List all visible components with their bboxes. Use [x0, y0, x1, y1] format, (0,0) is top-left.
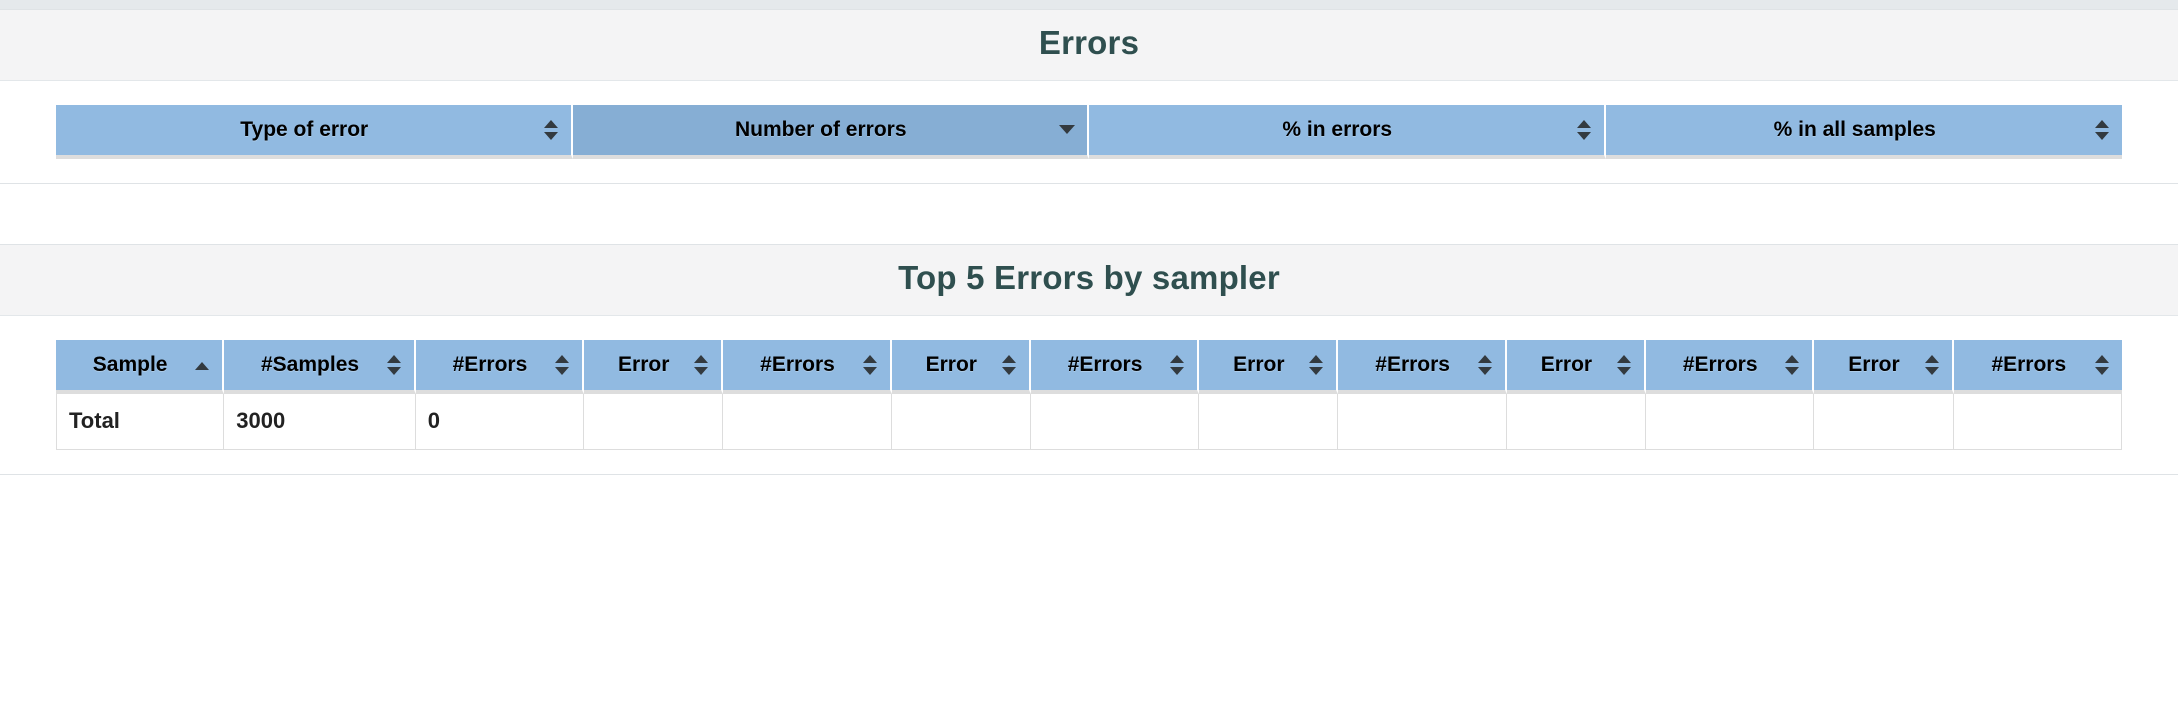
sort-both-icon[interactable]	[2094, 119, 2110, 141]
cell-error-5	[1814, 393, 1954, 450]
top5-errors-table-head: Sample #Samples #Errors Error #Errors Er…	[56, 339, 2122, 394]
column-header-percent-in-all-samples[interactable]: % in all samples	[1605, 104, 2122, 159]
cell-num-errors-6	[1953, 393, 2122, 450]
top5-errors-panel-title: Top 5 Errors by sampler	[898, 258, 1280, 296]
cell-error-4	[1506, 393, 1647, 450]
column-label: #Errors	[452, 352, 528, 376]
column-label: % in errors	[1282, 117, 1393, 141]
cell-num-errors-5	[1646, 393, 1815, 450]
sort-desc-icon[interactable]	[1059, 119, 1075, 141]
top5-errors-panel-body: Sample #Samples #Errors Error #Errors Er…	[0, 315, 2178, 474]
panel-gap	[0, 183, 2178, 244]
errors-panel-body: Type of error Number of errors % in erro…	[0, 80, 2178, 183]
sort-both-icon[interactable]	[1784, 354, 1800, 376]
column-label: #Errors	[760, 352, 835, 376]
column-label: Error	[1233, 352, 1285, 376]
table-row[interactable]: Total 3000 0	[56, 393, 2122, 450]
cell-num-samples: 3000	[224, 393, 416, 450]
sort-both-icon[interactable]	[862, 354, 878, 376]
cell-num-errors-4	[1338, 393, 1507, 450]
column-header-num-errors-3[interactable]: #Errors	[1030, 339, 1200, 394]
sort-both-icon[interactable]	[1477, 354, 1493, 376]
sort-both-icon[interactable]	[554, 354, 570, 376]
column-label: #Errors	[1682, 352, 1758, 376]
page-top-strip	[0, 0, 2178, 9]
column-header-num-errors-1[interactable]: #Errors	[415, 339, 585, 394]
cell-num-errors-3	[1030, 393, 1200, 450]
column-header-error-1[interactable]: Error	[584, 339, 724, 394]
column-label: #Errors	[1375, 352, 1450, 376]
sort-both-icon[interactable]	[1308, 354, 1324, 376]
sort-asc-icon[interactable]	[194, 354, 210, 376]
sort-both-icon[interactable]	[693, 354, 709, 376]
column-header-percent-in-errors[interactable]: % in errors	[1089, 104, 1606, 159]
column-label: Number of errors	[734, 117, 907, 141]
cell-num-errors-2	[723, 393, 892, 450]
column-label: Error	[1848, 352, 1900, 376]
sort-both-icon[interactable]	[1001, 354, 1017, 376]
sort-both-icon[interactable]	[386, 354, 402, 376]
sort-both-icon[interactable]	[1169, 354, 1185, 376]
column-header-num-errors-6[interactable]: #Errors	[1953, 339, 2122, 394]
column-header-type-of-error[interactable]: Type of error	[56, 104, 573, 159]
top5-errors-panel-heading: Top 5 Errors by sampler	[0, 244, 2178, 316]
column-header-number-of-errors[interactable]: Number of errors	[572, 104, 1089, 159]
column-label: Error	[925, 352, 977, 376]
column-label: Type of error	[240, 117, 369, 141]
cell-num-errors-1: 0	[415, 393, 585, 450]
column-header-error-5[interactable]: Error	[1814, 339, 1954, 394]
errors-table-wrap: Type of error Number of errors % in erro…	[0, 104, 2178, 159]
sort-both-icon[interactable]	[1616, 354, 1632, 376]
sort-both-icon[interactable]	[543, 119, 559, 141]
column-header-num-errors-2[interactable]: #Errors	[723, 339, 892, 394]
report-page: Errors Type of error Number of errors % …	[0, 0, 2178, 702]
errors-table-head: Type of error Number of errors % in erro…	[56, 104, 2122, 159]
top5-errors-table-wrap: Sample #Samples #Errors Error #Errors Er…	[0, 339, 2178, 450]
errors-table: Type of error Number of errors % in erro…	[56, 104, 2122, 159]
column-label: % in all samples	[1773, 117, 1936, 141]
errors-table-header-row: Type of error Number of errors % in erro…	[56, 104, 2122, 159]
column-label: #Samples	[261, 352, 360, 376]
sort-both-icon[interactable]	[2094, 354, 2110, 376]
top5-errors-table-header-row: Sample #Samples #Errors Error #Errors Er…	[56, 339, 2122, 394]
column-label: Error	[618, 352, 670, 376]
cell-sample: Total	[56, 393, 225, 450]
top5-errors-panel: Top 5 Errors by sampler Sample #Samples …	[0, 243, 2178, 475]
cell-error-2	[891, 393, 1031, 450]
sort-both-icon[interactable]	[1576, 119, 1592, 141]
cell-error-3	[1199, 393, 1339, 450]
column-label: #Errors	[1991, 352, 2067, 376]
errors-panel: Errors Type of error Number of errors % …	[0, 9, 2178, 184]
column-header-num-errors-4[interactable]: #Errors	[1338, 339, 1507, 394]
column-header-error-2[interactable]: Error	[891, 339, 1031, 394]
column-header-error-3[interactable]: Error	[1199, 339, 1339, 394]
errors-panel-title: Errors	[1038, 24, 1140, 61]
errors-panel-heading: Errors	[0, 10, 2178, 81]
column-label: #Errors	[1067, 352, 1143, 376]
column-header-num-samples[interactable]: #Samples	[224, 339, 416, 394]
column-header-sample[interactable]: Sample	[56, 339, 225, 394]
column-header-num-errors-5[interactable]: #Errors	[1646, 339, 1815, 394]
column-label: Error	[1540, 352, 1593, 376]
column-label: Sample	[92, 352, 168, 376]
sort-both-icon[interactable]	[1924, 354, 1940, 376]
top5-errors-by-sampler-table: Sample #Samples #Errors Error #Errors Er…	[56, 339, 2122, 450]
cell-error-1	[584, 393, 724, 450]
top5-errors-table-body: Total 3000 0	[56, 393, 2122, 450]
column-header-error-4[interactable]: Error	[1506, 339, 1647, 394]
